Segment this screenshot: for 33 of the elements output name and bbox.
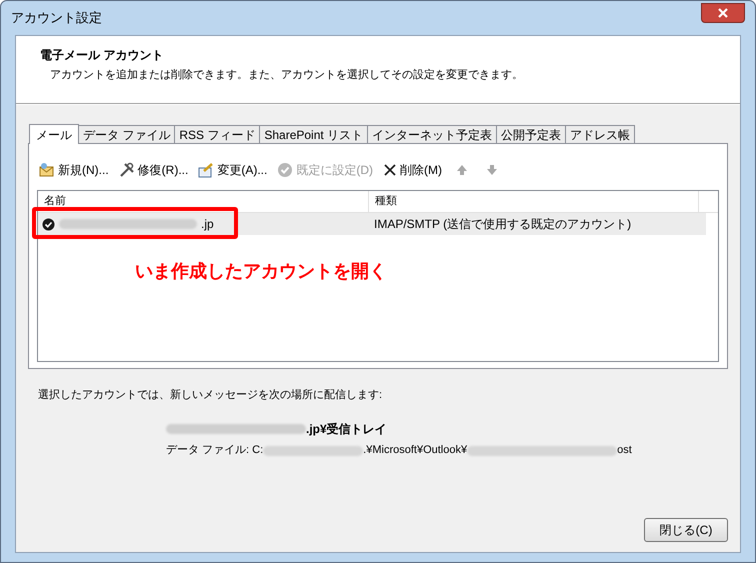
- close-dialog-button[interactable]: 閉じる(C): [644, 518, 728, 542]
- inbox-path: .jp¥受信トレイ: [306, 420, 387, 438]
- column-header[interactable]: 名前: [38, 191, 368, 212]
- data-file-label: データ ファイル: C:: [166, 443, 264, 458]
- tab[interactable]: メール: [29, 124, 79, 144]
- envelope-icon: [39, 162, 55, 178]
- window-title: アカウント設定: [11, 9, 102, 28]
- column-header[interactable]: 種類: [368, 191, 698, 212]
- account-row[interactable]: .jp IMAP/SMTP (送信で使用する既定のアカウント): [38, 213, 706, 235]
- tab[interactable]: RSS フィード: [174, 125, 260, 143]
- tab[interactable]: インターネット予定表: [367, 125, 498, 143]
- section-description: アカウントを追加または削除できます。また、アカウントを選択してその設定を変更できます。: [49, 68, 524, 83]
- window-pencil-icon: [198, 162, 214, 178]
- tab[interactable]: データ ファイル: [78, 125, 176, 143]
- annotation-text: いま作成したアカウントを開く: [135, 260, 387, 283]
- section-title: 電子メール アカウント: [40, 47, 164, 64]
- toolbar-button[interactable]: 新規(N)...: [39, 161, 109, 179]
- data-file-extension: ost: [617, 443, 632, 458]
- data-file-path: .¥Microsoft¥Outlook¥: [363, 443, 468, 458]
- toolbar-button[interactable]: 削除(M): [383, 161, 442, 179]
- check-circle-icon: [277, 162, 294, 178]
- close-icon: [383, 163, 398, 177]
- tab[interactable]: アドレス帳: [565, 125, 636, 143]
- tab[interactable]: SharePoint リスト: [259, 125, 368, 143]
- tab[interactable]: 公開予定表: [496, 125, 566, 143]
- account-type: IMAP/SMTP (送信で使用する既定のアカウント): [373, 216, 632, 233]
- toolbar-button[interactable]: 変更(A)...: [198, 161, 268, 179]
- tools-icon: [118, 162, 135, 178]
- account-name: .jp: [201, 216, 214, 233]
- toolbar-button[interactable]: 修復(R)...: [118, 161, 188, 179]
- close-icon: [717, 8, 729, 18]
- close-button[interactable]: [701, 3, 745, 23]
- delivery-label: 選択したアカウントでは、新しいメッセージを次の場所に配信します:: [37, 388, 384, 403]
